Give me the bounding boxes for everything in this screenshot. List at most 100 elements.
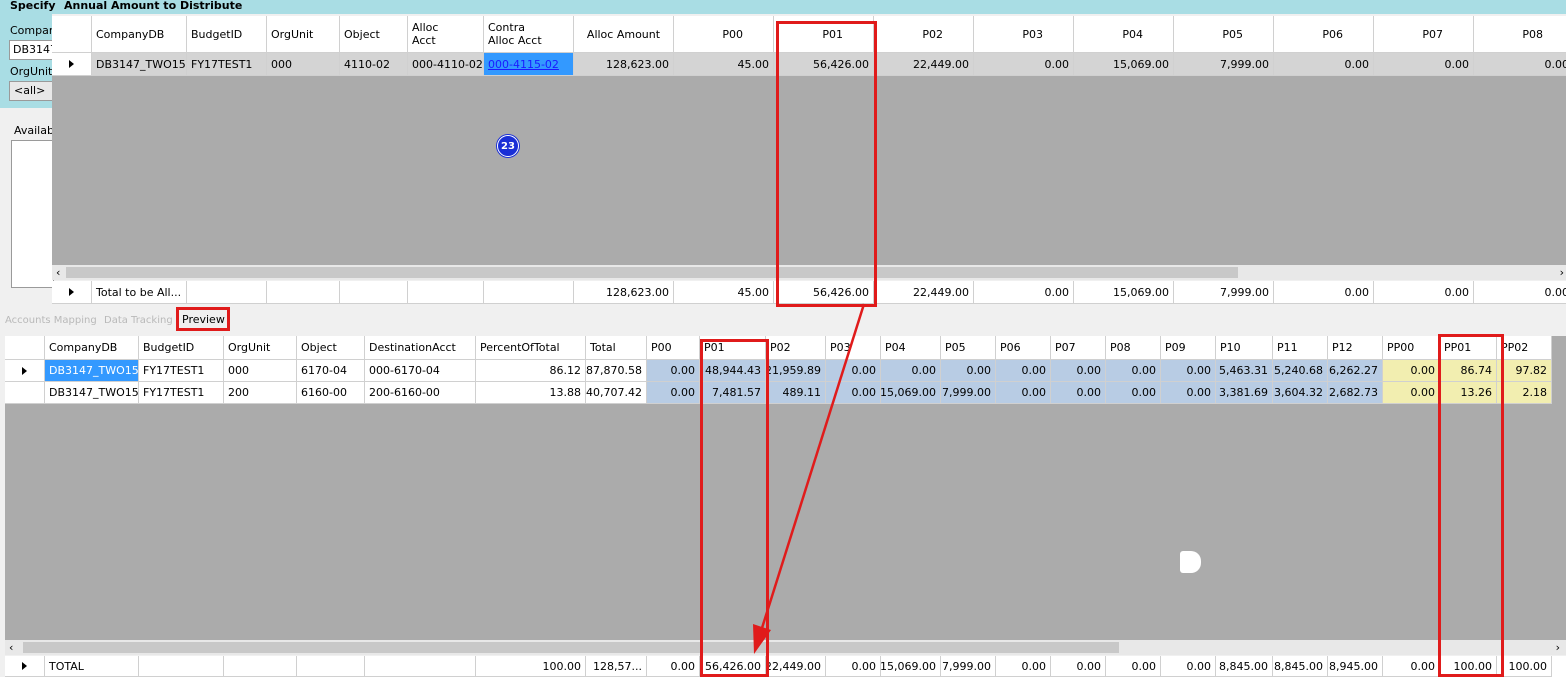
column-header[interactable]: P10 <box>1216 336 1273 360</box>
column-header[interactable]: P01 <box>774 16 874 53</box>
table-cell[interactable]: 0.00 <box>647 360 700 382</box>
tab-data-tracking[interactable]: Data Tracking <box>104 315 173 326</box>
table-cell[interactable]: 000 <box>224 360 297 382</box>
table-cell[interactable]: 6160-00 <box>297 382 365 404</box>
table-cell[interactable]: 6,262.27 <box>1328 360 1383 382</box>
column-header[interactable]: P08 <box>1106 336 1161 360</box>
table-cell[interactable]: 0.00 <box>1383 360 1440 382</box>
column-header[interactable]: BudgetID <box>187 16 267 53</box>
table-cell[interactable]: 7,481.57 <box>700 382 766 404</box>
column-header[interactable]: CompanyDB <box>45 336 139 360</box>
table-cell[interactable]: 5,463.31 <box>1216 360 1273 382</box>
row-selector[interactable] <box>52 53 92 76</box>
table-cell[interactable]: 86.74 <box>1440 360 1497 382</box>
table-cell[interactable]: 0.00 <box>996 382 1051 404</box>
row-selector[interactable] <box>5 656 45 677</box>
row-selector[interactable] <box>5 382 45 404</box>
table-cell[interactable]: 0.00 <box>1383 382 1440 404</box>
table-cell[interactable]: 000-4115-02 <box>484 53 574 76</box>
table-cell[interactable]: 3,381.69 <box>1216 382 1273 404</box>
column-header[interactable]: DestinationAcct <box>365 336 476 360</box>
table-cell[interactable]: 4110-02 <box>340 53 408 76</box>
table-cell[interactable]: 0.00 <box>1051 360 1106 382</box>
column-header[interactable]: P05 <box>941 336 996 360</box>
column-header[interactable]: P06 <box>996 336 1051 360</box>
column-header[interactable]: P00 <box>647 336 700 360</box>
column-header[interactable]: P04 <box>1074 16 1174 53</box>
table-cell[interactable]: 15,069.00 <box>1074 53 1174 76</box>
table-cell[interactable]: 0.00 <box>1474 53 1566 76</box>
column-header[interactable]: PercentOfTotal <box>476 336 586 360</box>
table-cell[interactable]: 97.82 <box>1497 360 1552 382</box>
table-cell[interactable]: DB3147_TWO15 <box>45 382 139 404</box>
column-header[interactable]: CompanyDB <box>92 16 187 53</box>
table-cell[interactable]: FY17TEST1 <box>139 360 224 382</box>
scroll-left-icon[interactable]: ‹ <box>9 641 13 654</box>
column-header[interactable]: BudgetID <box>139 336 224 360</box>
table-cell[interactable]: 56,426.00 <box>774 53 874 76</box>
column-header[interactable]: P06 <box>1274 16 1374 53</box>
table-cell[interactable]: 489.11 <box>766 382 826 404</box>
table-cell[interactable]: 7,999.00 <box>1174 53 1274 76</box>
table-cell[interactable]: 15,069.00 <box>881 382 941 404</box>
table-cell[interactable]: 0.00 <box>1051 382 1106 404</box>
table-cell[interactable]: 0.00 <box>1161 382 1216 404</box>
table-cell[interactable]: 0.00 <box>1106 382 1161 404</box>
scroll-thumb[interactable] <box>66 267 1238 278</box>
table-cell[interactable]: 22,449.00 <box>874 53 974 76</box>
table-cell[interactable]: 0.00 <box>974 53 1074 76</box>
table-cell[interactable]: 200 <box>224 382 297 404</box>
column-header[interactable]: P12 <box>1328 336 1383 360</box>
column-header[interactable]: P04 <box>881 336 941 360</box>
column-header[interactable]: P05 <box>1174 16 1274 53</box>
table-cell[interactable]: 40,707.42 <box>586 382 647 404</box>
tab-accounts-mapping[interactable]: Accounts Mapping <box>5 315 97 326</box>
table-cell[interactable]: 128,623.00 <box>574 53 674 76</box>
column-header[interactable]: Object <box>340 16 408 53</box>
top-horizontal-scrollbar[interactable]: ‹ › <box>52 265 1566 280</box>
column-header[interactable]: P02 <box>766 336 826 360</box>
table-cell[interactable]: FY17TEST1 <box>187 53 267 76</box>
table-cell[interactable]: DB3147_TWO15 <box>92 53 187 76</box>
table-cell[interactable]: 5,240.68 <box>1273 360 1328 382</box>
table-cell[interactable]: 87,870.58 <box>586 360 647 382</box>
table-cell[interactable]: 000 <box>267 53 340 76</box>
top-allocation-grid[interactable]: CompanyDB BudgetID OrgUnit Object Alloc Acct… <box>52 16 1566 265</box>
bottom-horizontal-scrollbar[interactable]: ‹ › <box>5 640 1566 655</box>
table-cell[interactable]: 21,959.89 <box>766 360 826 382</box>
table-cell[interactable]: 2.18 <box>1497 382 1552 404</box>
table-cell[interactable]: 0.00 <box>1374 53 1474 76</box>
scroll-thumb[interactable] <box>23 642 1119 653</box>
table-cell[interactable]: 45.00 <box>674 53 774 76</box>
table-cell[interactable]: 3,604.32 <box>1273 382 1328 404</box>
column-header[interactable]: OrgUnit <box>267 16 340 53</box>
column-header[interactable]: P07 <box>1374 16 1474 53</box>
table-cell[interactable]: 13.26 <box>1440 382 1497 404</box>
column-header[interactable]: P00 <box>674 16 774 53</box>
column-header[interactable]: Alloc Amount <box>574 16 674 53</box>
column-header[interactable]: P11 <box>1273 336 1328 360</box>
table-cell[interactable]: 0.00 <box>881 360 941 382</box>
table-cell[interactable]: 0.00 <box>1274 53 1374 76</box>
preview-grid[interactable]: CompanyDB BudgetID OrgUnit Object Destinatio… <box>5 336 1566 640</box>
table-cell[interactable]: 0.00 <box>941 360 996 382</box>
orgunit-select[interactable]: <all> <box>9 81 55 101</box>
table-cell[interactable]: 0.00 <box>1106 360 1161 382</box>
column-header[interactable]: P07 <box>1051 336 1106 360</box>
column-header[interactable]: P08 <box>1474 16 1566 53</box>
column-header[interactable]: P03 <box>974 16 1074 53</box>
column-header[interactable]: PP01 <box>1440 336 1497 360</box>
column-header[interactable]: Total <box>586 336 647 360</box>
column-header[interactable]: P09 <box>1161 336 1216 360</box>
table-cell[interactable]: 6170-04 <box>297 360 365 382</box>
table-cell[interactable]: 0.00 <box>1161 360 1216 382</box>
table-cell[interactable]: 000-4110-02 <box>408 53 484 76</box>
table-cell[interactable]: 0.00 <box>826 382 881 404</box>
column-header[interactable]: Contra Alloc Acct <box>484 16 574 53</box>
table-cell[interactable]: 000-6170-04 <box>365 360 476 382</box>
column-header[interactable]: Object <box>297 336 365 360</box>
row-selector[interactable] <box>5 360 45 382</box>
scroll-right-icon[interactable]: › <box>1560 266 1564 279</box>
column-header[interactable]: P03 <box>826 336 881 360</box>
column-header[interactable]: PP02 <box>1497 336 1552 360</box>
